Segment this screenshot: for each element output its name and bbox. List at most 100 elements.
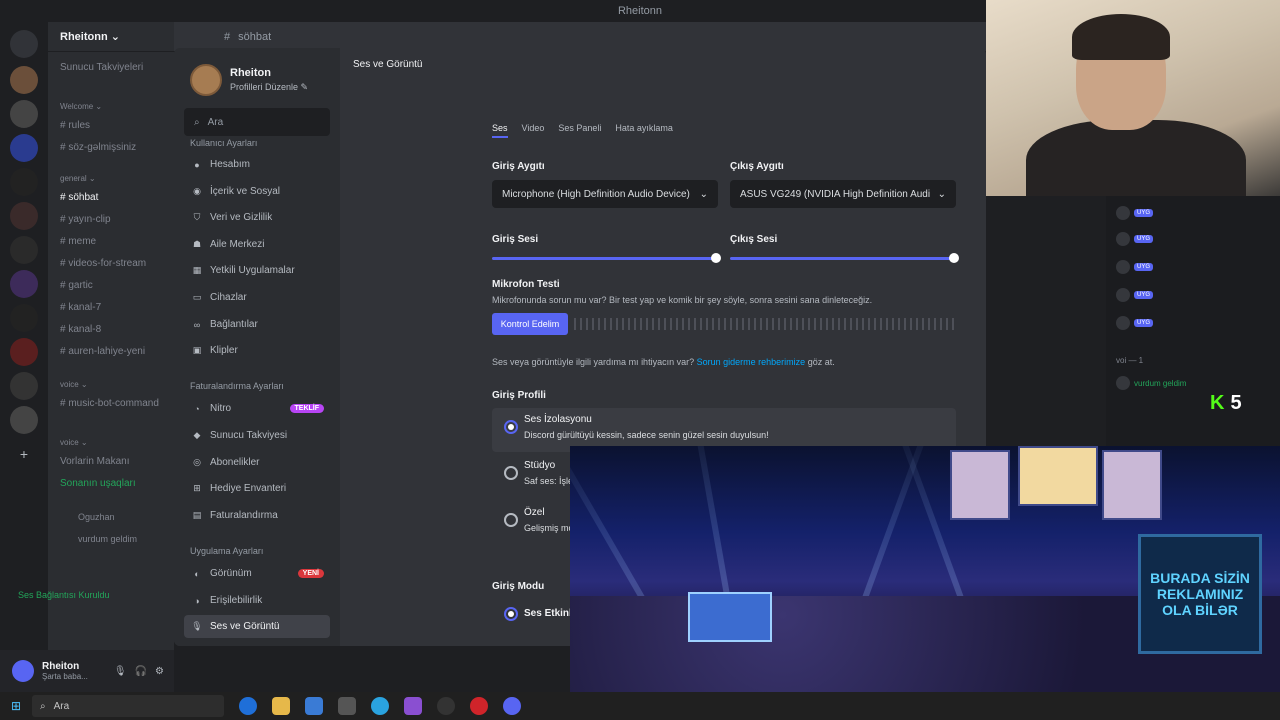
member-item[interactable]: UYG xyxy=(1116,316,1154,330)
voice-channel-item[interactable]: Vorlarin Makanı xyxy=(60,456,129,467)
avatar[interactable] xyxy=(190,64,222,96)
channel-item[interactable]: # videos-for-stream xyxy=(60,258,146,269)
member-item[interactable]: UYG xyxy=(1116,288,1154,302)
channel-item[interactable]: # yayın-clip xyxy=(60,214,111,225)
member-item[interactable]: UYG xyxy=(1116,206,1154,220)
server-icon[interactable] xyxy=(10,338,38,366)
radio-selected[interactable] xyxy=(504,607,518,621)
channel-item[interactable]: # meme xyxy=(60,236,96,247)
server-icon[interactable] xyxy=(10,66,38,94)
server-icon[interactable] xyxy=(10,406,38,434)
channel-item[interactable]: # auren-lahiye-yeni xyxy=(60,346,145,357)
category-label[interactable]: Welcome ⌄ xyxy=(60,102,102,111)
nav-accessibility[interactable]: ◑ Erişilebilirlik xyxy=(184,589,330,612)
channel-item[interactable]: # söz-gəlmişsiniz xyxy=(60,142,136,153)
tab-voice[interactable]: Ses xyxy=(492,123,508,138)
card-icon: ▤ xyxy=(192,510,202,520)
radio[interactable] xyxy=(504,513,518,527)
channel-item[interactable]: # kanal-7 xyxy=(60,302,101,313)
headset-icon[interactable]: 🎧 xyxy=(135,666,147,677)
capcut-icon[interactable] xyxy=(338,697,356,715)
category-label[interactable]: general ⌄ xyxy=(60,174,96,183)
nav-account[interactable]: ● Hesabım xyxy=(184,153,330,176)
server-icon[interactable] xyxy=(10,270,38,298)
server-icon[interactable] xyxy=(10,134,38,162)
member-list-panel: UYG UYG UYG UYG UYG voi — 1 vurdum geldi… xyxy=(1106,196,1280,446)
channel-item-active[interactable]: # söhbat xyxy=(60,192,98,203)
voice-channel-item[interactable]: Sonanın uşaqları xyxy=(60,478,136,489)
mic-test-button[interactable]: Kontrol Edelim xyxy=(492,313,568,335)
output-volume-slider[interactable] xyxy=(730,257,954,260)
member-item[interactable]: UYG xyxy=(1116,260,1154,274)
member-item[interactable]: UYG xyxy=(1116,232,1154,246)
store-icon[interactable] xyxy=(305,697,323,715)
user-status: Şarta baba... xyxy=(42,672,88,681)
output-device-select[interactable]: ASUS VG249 (NVIDIA High Definition Audio… xyxy=(730,180,956,208)
profile-card[interactable]: Rheiton Profilleri Düzenle ✎ xyxy=(190,64,308,96)
discord-home-icon[interactable] xyxy=(10,30,38,58)
nav-connections[interactable]: ∞ Bağlantılar xyxy=(184,313,330,336)
add-server-icon[interactable]: + xyxy=(10,440,38,468)
nav-billing[interactable]: ▤ Faturalandırma xyxy=(184,504,330,527)
nav-gift-inventory[interactable]: ⊞ Hediye Envanteri xyxy=(184,477,330,500)
nav-devices[interactable]: ▭ Cihazlar xyxy=(184,286,330,309)
taskbar-search-input[interactable]: Ara xyxy=(54,701,70,712)
discord-icon[interactable] xyxy=(503,697,521,715)
stage-screen xyxy=(1102,450,1162,520)
nav-clips[interactable]: ▣ Klipler xyxy=(184,339,330,362)
nav-server-boost[interactable]: ◆ Sunucu Takviyesi xyxy=(184,424,330,447)
settings-search[interactable]: ⌕ Ara xyxy=(184,108,330,136)
nav-nitro[interactable]: ◔ Nitro TEKLİF xyxy=(184,397,330,420)
server-icon[interactable] xyxy=(10,168,38,196)
radio[interactable] xyxy=(504,466,518,480)
opera-icon[interactable] xyxy=(470,697,488,715)
taskbar-search[interactable]: ⌕ Ara xyxy=(32,695,224,717)
server-icon[interactable] xyxy=(10,202,38,230)
tab-debug[interactable]: Hata ayıklama xyxy=(615,123,673,138)
channel-item[interactable]: # music-bot-command xyxy=(60,398,159,409)
edit-profiles-link[interactable]: Profilleri Düzenle ✎ xyxy=(230,82,308,93)
server-icon[interactable] xyxy=(10,236,38,264)
category-label[interactable]: voice ⌄ xyxy=(60,438,88,447)
server-name[interactable]: Rheitonn ⌄ xyxy=(48,22,174,52)
obs-icon[interactable] xyxy=(437,697,455,715)
windows-start-icon[interactable]: ⊞ xyxy=(0,699,32,713)
voice-user[interactable]: vurdum geldim xyxy=(78,534,137,544)
search-input[interactable]: Ara xyxy=(208,117,224,128)
channel-item[interactable]: # gartic xyxy=(60,280,93,291)
output-volume-handle[interactable] xyxy=(949,253,959,263)
gear-icon[interactable]: ⚙ xyxy=(155,666,164,677)
nav-content-social[interactable]: ◉ İçerik ve Sosyal xyxy=(184,180,330,203)
nav-voice-video[interactable]: 🎙 Ses ve Görüntü xyxy=(184,615,330,638)
category-label[interactable]: voice ⌄ xyxy=(60,380,88,389)
tab-soundboard[interactable]: Ses Paneli xyxy=(558,123,601,138)
server-icon[interactable] xyxy=(10,100,38,128)
file-explorer-icon[interactable] xyxy=(272,697,290,715)
troubleshoot-link[interactable]: Sorun giderme rehberimize xyxy=(697,357,806,367)
nav-authorized-apps[interactable]: ▦ Yetkili Uygulamalar xyxy=(184,259,330,282)
member-item[interactable]: vurdum geldim xyxy=(1116,376,1186,390)
stage-screen xyxy=(950,450,1010,520)
mic-icon[interactable]: 🎙 xyxy=(114,666,127,677)
telegram-icon[interactable] xyxy=(371,697,389,715)
channel-item[interactable]: # kanal-8 xyxy=(60,324,101,335)
input-volume-handle[interactable] xyxy=(711,253,721,263)
nav-privacy[interactable]: ⛉ Veri ve Gizlilik xyxy=(184,206,330,229)
server-icon[interactable] xyxy=(10,372,38,400)
voice-connected-status: Ses Bağlantısı Kuruldu xyxy=(18,590,110,600)
nav-subscriptions[interactable]: ◎ Abonelikler xyxy=(184,451,330,474)
copilot-icon[interactable] xyxy=(404,697,422,715)
tab-video[interactable]: Video xyxy=(522,123,545,138)
channel-item[interactable]: Sunucu Takviyeleri xyxy=(60,62,143,73)
server-icon[interactable] xyxy=(10,304,38,332)
radio-selected[interactable] xyxy=(504,420,518,434)
nav-appearance[interactable]: ◐ Görünüm YENİ xyxy=(184,562,330,585)
input-volume-slider[interactable] xyxy=(492,257,716,260)
edge-icon[interactable] xyxy=(239,697,257,715)
channel-item[interactable]: # rules xyxy=(60,120,90,131)
voice-user[interactable]: Oguzhan xyxy=(78,512,115,522)
output-device-value: ASUS VG249 (NVIDIA High Definition Audio… xyxy=(740,188,930,200)
input-device-select[interactable]: Microphone (High Definition Audio Device… xyxy=(492,180,718,208)
avatar[interactable] xyxy=(12,660,34,682)
nav-family-center[interactable]: ☗ Aile Merkezi xyxy=(184,233,330,256)
